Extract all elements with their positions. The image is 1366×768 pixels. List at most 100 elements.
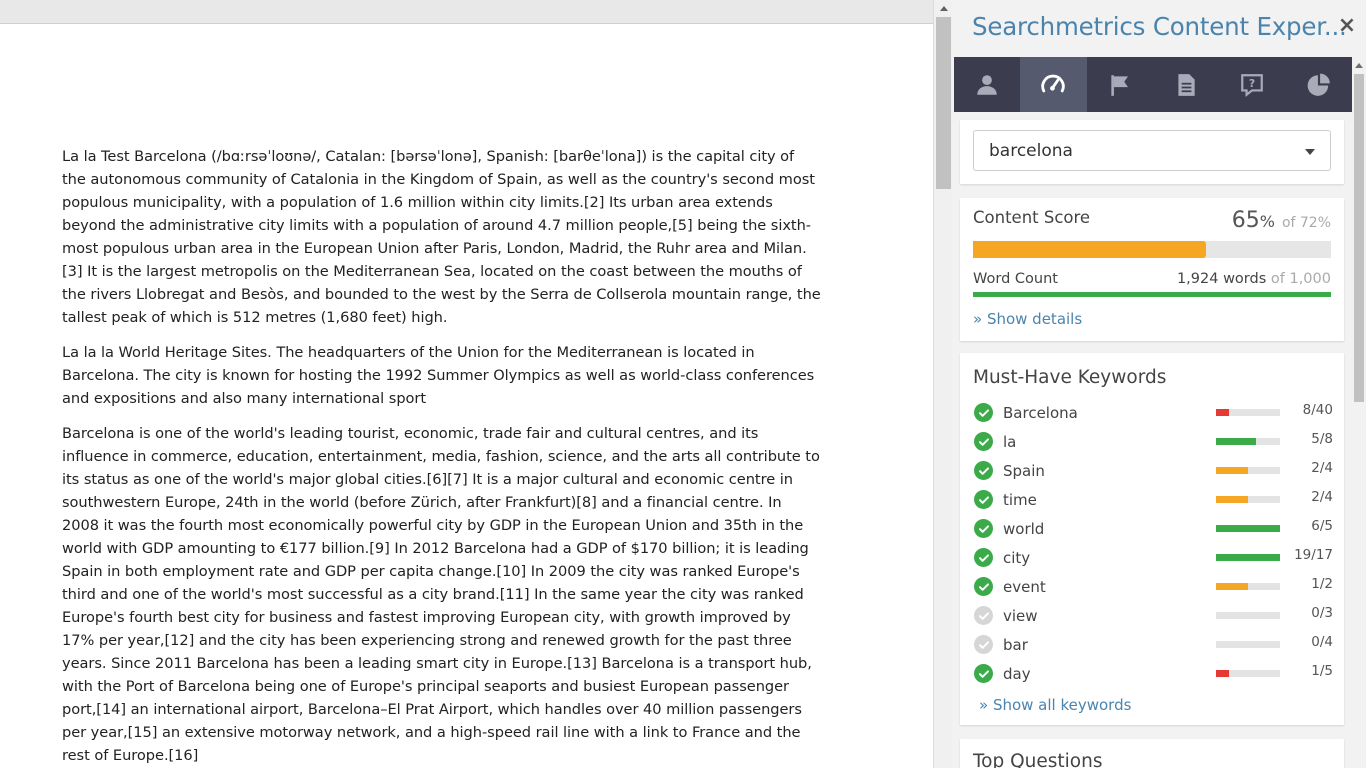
svg-text:?: ? — [1249, 77, 1255, 90]
keyword-row[interactable]: view 0/3 — [973, 605, 1333, 634]
document-scrollbar[interactable] — [933, 0, 952, 768]
tab-flags[interactable] — [1087, 57, 1153, 112]
keyword-count: 0/4 — [1311, 634, 1333, 650]
keyword-usage-bar — [1216, 525, 1280, 532]
paragraph[interactable]: Barcelona is one of the world's leading … — [62, 422, 822, 767]
keyword-row[interactable]: event 1/2 — [973, 576, 1333, 605]
scroll-up-arrow-icon[interactable] — [1355, 63, 1363, 68]
show-details-link[interactable]: » Show details — [973, 310, 1082, 328]
user-icon — [977, 74, 997, 95]
keyword-usage-bar — [1216, 554, 1280, 561]
chevron-down-icon — [1305, 149, 1315, 155]
keyword-usage-bar — [1216, 612, 1280, 619]
keyword-row[interactable]: world 6/5 — [973, 518, 1333, 547]
keyword-name: view — [1003, 607, 1038, 625]
keyword-row[interactable]: Barcelona 8/40 — [973, 402, 1333, 431]
keyword-usage-bar — [1216, 583, 1280, 590]
content-experience-panel: Searchmetrics Content Exper... × ? barce… — [952, 0, 1366, 768]
keyword-dropdown[interactable]: barcelona — [973, 130, 1331, 171]
keyword-count: 0/3 — [1311, 605, 1333, 621]
panel-scrollbar[interactable] — [1352, 57, 1366, 768]
keyword-usage-bar — [1216, 641, 1280, 648]
flag-icon — [1111, 74, 1128, 96]
keyword-usage-bar-fill — [1216, 467, 1248, 474]
tab-profile[interactable] — [954, 57, 1020, 112]
document-body[interactable]: La la Test Barcelona (/bɑːrsəˈloʊnə/, Ca… — [62, 145, 822, 768]
document-editor[interactable]: La la Test Barcelona (/bɑːrsəˈloʊnə/, Ca… — [0, 24, 933, 768]
tab-score[interactable] — [1020, 57, 1087, 112]
keyword-usage-bar-fill — [1216, 438, 1256, 445]
panel-tab-bar: ? — [954, 57, 1352, 112]
keyword-row[interactable]: city 19/17 — [973, 547, 1333, 576]
content-score-bar — [973, 241, 1331, 258]
content-score-unit: % — [1259, 212, 1275, 231]
word-count-bar-fill — [973, 292, 1331, 297]
must-have-keywords-card: Must-Have Keywords Barcelona 8/40 la 5/8 Spa… — [960, 353, 1344, 725]
keyword-name: day — [1003, 665, 1031, 683]
keyword-usage-bar-fill — [1216, 409, 1229, 416]
keyword-usage-bar-fill — [1216, 496, 1248, 503]
keyword-dropdown-value: barcelona — [989, 141, 1073, 161]
check-circle-icon — [974, 548, 993, 567]
keyword-row[interactable]: day 1/5 — [973, 663, 1333, 692]
paragraph[interactable]: La la Test Barcelona (/bɑːrsəˈloʊnə/, Ca… — [62, 145, 822, 329]
word-count-label: Word Count — [973, 271, 1058, 287]
document-icon — [1178, 73, 1195, 96]
keyword-row[interactable]: bar 0/4 — [973, 634, 1333, 663]
keyword-count: 19/17 — [1294, 547, 1333, 563]
keyword-name: Barcelona — [1003, 404, 1078, 422]
show-all-keywords-link[interactable]: » Show all keywords — [979, 696, 1131, 714]
content-score-number: 65 — [1231, 208, 1260, 233]
keyword-usage-bar — [1216, 670, 1280, 677]
keyword-row[interactable]: Spain 2/4 — [973, 460, 1333, 489]
word-count-target: of 1,000 — [1270, 271, 1331, 287]
panel-scrollbar-thumb[interactable] — [1354, 74, 1364, 402]
panel-title: Searchmetrics Content Exper... — [972, 12, 1347, 41]
tab-questions[interactable]: ? — [1219, 57, 1285, 112]
keyword-select-card: barcelona — [960, 120, 1344, 184]
keyword-count: 1/5 — [1311, 663, 1333, 679]
question-icon: ? — [1241, 73, 1264, 97]
keyword-usage-bar — [1216, 409, 1280, 416]
check-circle-icon — [974, 461, 993, 480]
check-circle-icon — [974, 403, 993, 422]
document-scrollbar-thumb[interactable] — [936, 17, 951, 189]
keyword-name: Spain — [1003, 462, 1045, 480]
check-circle-icon — [974, 519, 993, 538]
word-count-number: 1,924 words — [1176, 271, 1267, 287]
keyword-usage-bar-fill — [1216, 554, 1280, 561]
speedometer-icon — [1041, 74, 1066, 92]
paragraph[interactable]: La la la World Heritage Sites. The headq… — [62, 341, 822, 410]
close-button[interactable]: × — [1336, 12, 1358, 40]
check-circle-icon — [974, 606, 993, 625]
content-score-label: Content Score — [973, 208, 1091, 227]
scroll-up-arrow-icon[interactable] — [934, 0, 953, 17]
word-count-bar — [973, 292, 1331, 297]
keyword-usage-bar-fill — [1216, 525, 1280, 532]
keyword-count: 2/4 — [1311, 489, 1333, 505]
keyword-usage-bar-fill — [1216, 583, 1248, 590]
keyword-name: time — [1003, 491, 1037, 509]
pie-chart-icon — [1307, 73, 1330, 96]
keyword-count: 1/2 — [1311, 576, 1333, 592]
keyword-name: city — [1003, 549, 1031, 567]
keyword-count: 6/5 — [1311, 518, 1333, 534]
keyword-row[interactable]: time 2/4 — [973, 489, 1333, 518]
check-circle-icon — [974, 577, 993, 596]
keyword-usage-bar — [1216, 467, 1280, 474]
tab-analytics[interactable] — [1286, 57, 1352, 112]
check-circle-icon — [974, 664, 993, 683]
keyword-count: 2/4 — [1311, 460, 1333, 476]
keyword-row[interactable]: la 5/8 — [973, 431, 1333, 460]
check-circle-icon — [974, 490, 993, 509]
keyword-name: world — [1003, 520, 1045, 538]
keywords-title: Must-Have Keywords — [973, 367, 1167, 388]
keyword-usage-bar — [1216, 438, 1280, 445]
word-count-value: 1,924 words of 1,000 — [1177, 271, 1331, 287]
document-toolbar-strip — [0, 0, 933, 24]
keyword-list: Barcelona 8/40 la 5/8 Spain 2/4 time 2/4 world 6/… — [973, 402, 1333, 692]
tab-document[interactable] — [1153, 57, 1219, 112]
questions-title: Top Questions — [973, 751, 1103, 768]
check-circle-icon — [974, 432, 993, 451]
keyword-count: 8/40 — [1302, 402, 1333, 418]
